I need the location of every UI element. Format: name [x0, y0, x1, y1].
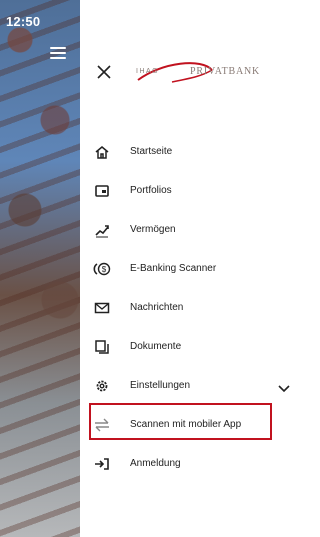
svg-text:$: $: [102, 265, 107, 274]
menu-item-label: Einstellungen: [130, 380, 191, 391]
menu-item-label: Scannen mit mobiler App: [130, 419, 242, 430]
menu-item-anmeldung[interactable]: Anmeldung: [80, 444, 300, 483]
gear-icon: [93, 377, 111, 395]
home-icon: [93, 143, 111, 161]
drawer-menu: Startseite Portfolios Vermögen $ E-Banki…: [80, 132, 300, 483]
menu-item-label: E-Banking Scanner: [130, 263, 217, 274]
mail-icon: [93, 299, 111, 317]
chevron-down-icon[interactable]: [278, 381, 290, 392]
logo-text-left: IHAG: [136, 68, 160, 75]
menu-item-startseite[interactable]: Startseite: [80, 132, 300, 171]
hamburger-menu-icon[interactable]: [50, 47, 66, 61]
menu-item-nachrichten[interactable]: Nachrichten: [80, 288, 300, 327]
menu-item-portfolios[interactable]: Portfolios: [80, 171, 300, 210]
status-bar-time: 12:50: [6, 14, 41, 29]
menu-item-label: Dokumente: [130, 341, 182, 352]
menu-item-label: Anmeldung: [130, 458, 181, 469]
navigation-drawer: IHAG PRIVATBANK Startseite Portfolios Ve…: [80, 0, 300, 537]
menu-item-e-banking-scanner[interactable]: $ E-Banking Scanner: [80, 249, 300, 288]
close-button[interactable]: [94, 64, 114, 84]
menu-item-label: Startseite: [130, 146, 173, 157]
chart-trend-icon: [93, 221, 111, 239]
menu-item-label: Vermögen: [130, 224, 176, 235]
menu-item-scannen-mit-mobiler-app[interactable]: Scannen mit mobiler App: [80, 405, 300, 444]
close-icon: [97, 65, 111, 79]
swap-arrows-icon: [93, 416, 111, 434]
menu-item-dokumente[interactable]: Dokumente: [80, 327, 300, 366]
background-photo: [0, 0, 80, 537]
menu-item-label: Nachrichten: [130, 302, 184, 313]
documents-icon: [93, 338, 111, 356]
menu-item-label: Portfolios: [130, 185, 172, 196]
logo-text-right: PRIVATBANK: [190, 66, 261, 77]
menu-item-einstellungen[interactable]: Einstellungen: [80, 366, 300, 405]
menu-item-vermoegen[interactable]: Vermögen: [80, 210, 300, 249]
wallet-icon: [93, 182, 111, 200]
login-icon: [93, 455, 111, 473]
brand-logo: IHAG PRIVATBANK: [132, 58, 292, 86]
currency-scan-icon: $: [93, 260, 111, 278]
